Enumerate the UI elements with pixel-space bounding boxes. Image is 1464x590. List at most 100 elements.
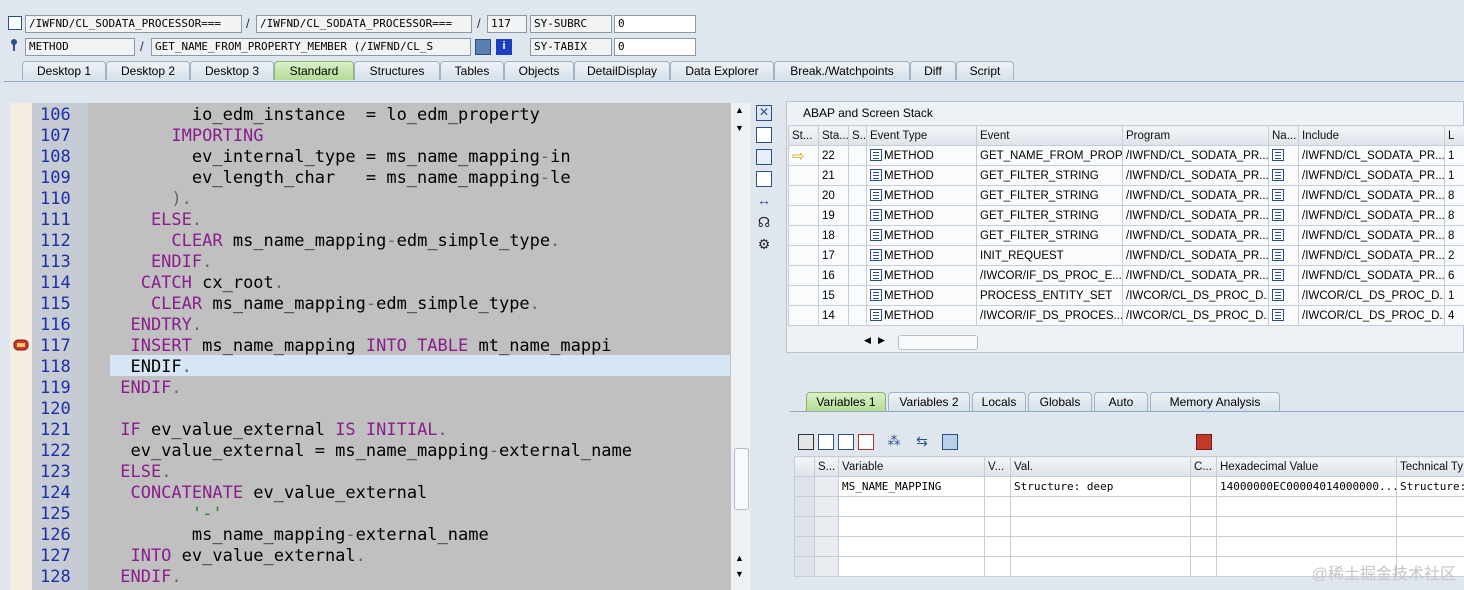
stack-column-header[interactable]: St...: [788, 125, 819, 146]
variables-column-header[interactable]: S...: [814, 456, 839, 477]
code-line[interactable]: 125 '-': [10, 504, 750, 525]
navigate-icon[interactable]: ⇆: [914, 434, 930, 450]
navigate-icon[interactable]: [1272, 249, 1284, 261]
sy-subrc-value[interactable]: 0: [614, 15, 696, 33]
code-line[interactable]: 112 CLEAR ms_name_mapping-edm_simple_typ…: [10, 231, 750, 252]
variables-cell[interactable]: [838, 496, 985, 517]
code-line[interactable]: 109 ev_length_char = ms_name_mapping-le: [10, 168, 750, 189]
code-line[interactable]: 126 ms_name_mapping-external_name: [10, 525, 750, 546]
event-field[interactable]: GET_NAME_FROM_PROPERTY_MEMBER (/IWFND/CL…: [151, 38, 471, 56]
tab-data-explorer[interactable]: Data Explorer: [670, 61, 774, 80]
code-line[interactable]: 113 ENDIF.: [10, 252, 750, 273]
tab-globals[interactable]: Globals: [1028, 392, 1092, 411]
editor-scrollbar[interactable]: ▲ ▼ ▲ ▼: [730, 103, 750, 590]
navigate-icon[interactable]: [1272, 169, 1284, 181]
variables-row[interactable]: [794, 516, 1464, 537]
variables-row[interactable]: [794, 496, 1464, 517]
navigate-icon[interactable]: [1272, 189, 1284, 201]
scroll-up-icon[interactable]: ▲: [735, 105, 744, 115]
tab-locals[interactable]: Locals: [972, 392, 1026, 411]
delete-icon[interactable]: [798, 434, 814, 450]
display-object-icon[interactable]: [475, 39, 491, 55]
variables-column-header[interactable]: C...: [1190, 456, 1217, 477]
variables-cell[interactable]: [838, 536, 985, 557]
stack-row[interactable]: 20 METHOD GET_FILTER_STRING/IWFND/CL_SODAT…: [788, 185, 1464, 206]
program-field[interactable]: /IWFND/CL_SODATA_PROCESSOR===: [25, 15, 242, 33]
scroll-down-icon[interactable]: ▼: [735, 569, 744, 579]
code-line[interactable]: 128 ENDIF.: [10, 567, 750, 588]
services-icon[interactable]: ☊: [756, 215, 772, 231]
event-type-field[interactable]: METHOD: [25, 38, 135, 56]
folder-icon[interactable]: [942, 434, 958, 450]
navigate-icon[interactable]: [1272, 149, 1284, 161]
variables-row[interactable]: [794, 536, 1464, 557]
tab-memory-analysis[interactable]: Memory Analysis: [1150, 392, 1280, 411]
tab-desktop-2[interactable]: Desktop 2: [106, 61, 190, 80]
stack-column-header[interactable]: Sta...: [818, 125, 849, 146]
tab-standard[interactable]: Standard: [274, 61, 354, 80]
code-line[interactable]: 114 CATCH cx_root.: [10, 273, 750, 294]
info-icon[interactable]: i: [496, 39, 512, 55]
variables-cell[interactable]: MS_NAME_MAPPING: [838, 476, 985, 497]
settings-icon[interactable]: ⚙: [756, 237, 772, 253]
variables-table[interactable]: S... Variable V... Val. C... Hexadecimal Valu…: [794, 456, 1464, 577]
navigate-icon[interactable]: [1272, 229, 1284, 241]
code-line[interactable]: 127 INTO ev_value_external.: [10, 546, 750, 567]
tab-objects[interactable]: Objects: [504, 61, 574, 80]
stack-column-header[interactable]: Event Type: [866, 125, 977, 146]
stack-column-header[interactable]: Na...: [1268, 125, 1299, 146]
code-line[interactable]: 115 CLEAR ms_name_mapping-edm_simple_typ…: [10, 294, 750, 315]
new-tool-icon[interactable]: [756, 127, 772, 143]
stack-column-header[interactable]: Event: [976, 125, 1123, 146]
stack-row[interactable]: 19 METHOD GET_FILTER_STRING/IWFND/CL_SODAT…: [788, 205, 1464, 226]
code-line[interactable]: 118 ENDIF.: [10, 357, 750, 378]
tab-desktop-3[interactable]: Desktop 3: [190, 61, 274, 80]
tab-variables-2[interactable]: Variables 2: [888, 392, 970, 411]
tab-breakpoints[interactable]: Break./Watchpoints: [774, 61, 910, 80]
tab-variables-1[interactable]: Variables 1: [806, 392, 886, 411]
variables-column-header[interactable]: [794, 456, 815, 477]
navigate-icon[interactable]: [1272, 209, 1284, 221]
tab-auto[interactable]: Auto: [1094, 392, 1148, 411]
load-icon[interactable]: [838, 434, 854, 450]
save-list-icon[interactable]: [858, 434, 874, 450]
stack-column-header[interactable]: Program: [1122, 125, 1269, 146]
code-line[interactable]: 122 ev_value_external = ms_name_mapping-…: [10, 441, 750, 462]
tab-tables[interactable]: Tables: [440, 61, 504, 80]
scroll-left-icon[interactable]: ◀: [864, 335, 871, 346]
tab-structures[interactable]: Structures: [354, 61, 440, 80]
close-icon[interactable]: ✕: [756, 105, 772, 121]
code-line[interactable]: 106 io_edm_instance = lo_edm_property: [10, 105, 750, 126]
stack-hscrollbar[interactable]: ◀ ▶: [864, 335, 984, 350]
swap-tool-icon[interactable]: [756, 149, 772, 165]
tab-diff[interactable]: Diff: [910, 61, 956, 80]
code-line[interactable]: 123 ELSE.: [10, 462, 750, 483]
code-line[interactable]: 117 INSERT ms_name_mapping INTO TABLE mt…: [10, 336, 750, 357]
navigate-icon[interactable]: [1272, 289, 1284, 301]
save-icon[interactable]: [1196, 434, 1212, 450]
hierarchy-icon[interactable]: ⁂: [886, 434, 902, 450]
variables-column-header[interactable]: Hexadecimal Value: [1216, 456, 1397, 477]
variables-column-header[interactable]: Technical Ty: [1396, 456, 1464, 477]
scroll-right-icon[interactable]: ▶: [878, 335, 885, 346]
variables-column-header[interactable]: Variable: [838, 456, 985, 477]
tab-desktop-1[interactable]: Desktop 1: [22, 61, 106, 80]
stack-row[interactable]: 21 METHOD GET_FILTER_STRING/IWFND/CL_SODAT…: [788, 165, 1464, 186]
variables-column-header[interactable]: V...: [984, 456, 1011, 477]
line-field[interactable]: 117: [487, 15, 527, 33]
code-line[interactable]: 108 ev_internal_type = ms_name_mapping-i…: [10, 147, 750, 168]
tab-script[interactable]: Script: [956, 61, 1014, 80]
code-line[interactable]: 110 ).: [10, 189, 750, 210]
stack-row[interactable]: 15 METHOD PROCESS_ENTITY_SET/IWCOR/CL_DS_P…: [788, 285, 1464, 306]
insert-icon[interactable]: [818, 434, 834, 450]
code-line[interactable]: 121 IF ev_value_external IS INITIAL.: [10, 420, 750, 441]
variables-column-header[interactable]: Val.: [1010, 456, 1191, 477]
code-line[interactable]: 116 ENDTRY.: [10, 315, 750, 336]
variables-cell[interactable]: [838, 556, 985, 577]
code-line[interactable]: 107 IMPORTING: [10, 126, 750, 147]
scroll-down-icon[interactable]: ▼: [735, 123, 744, 133]
resize-icon[interactable]: ↔: [756, 193, 772, 209]
maximize-icon[interactable]: [756, 171, 772, 187]
scroll-thumb[interactable]: [898, 335, 978, 350]
stack-table[interactable]: St...Sta...S...Event TypeEventProgramNa.…: [788, 125, 1464, 326]
